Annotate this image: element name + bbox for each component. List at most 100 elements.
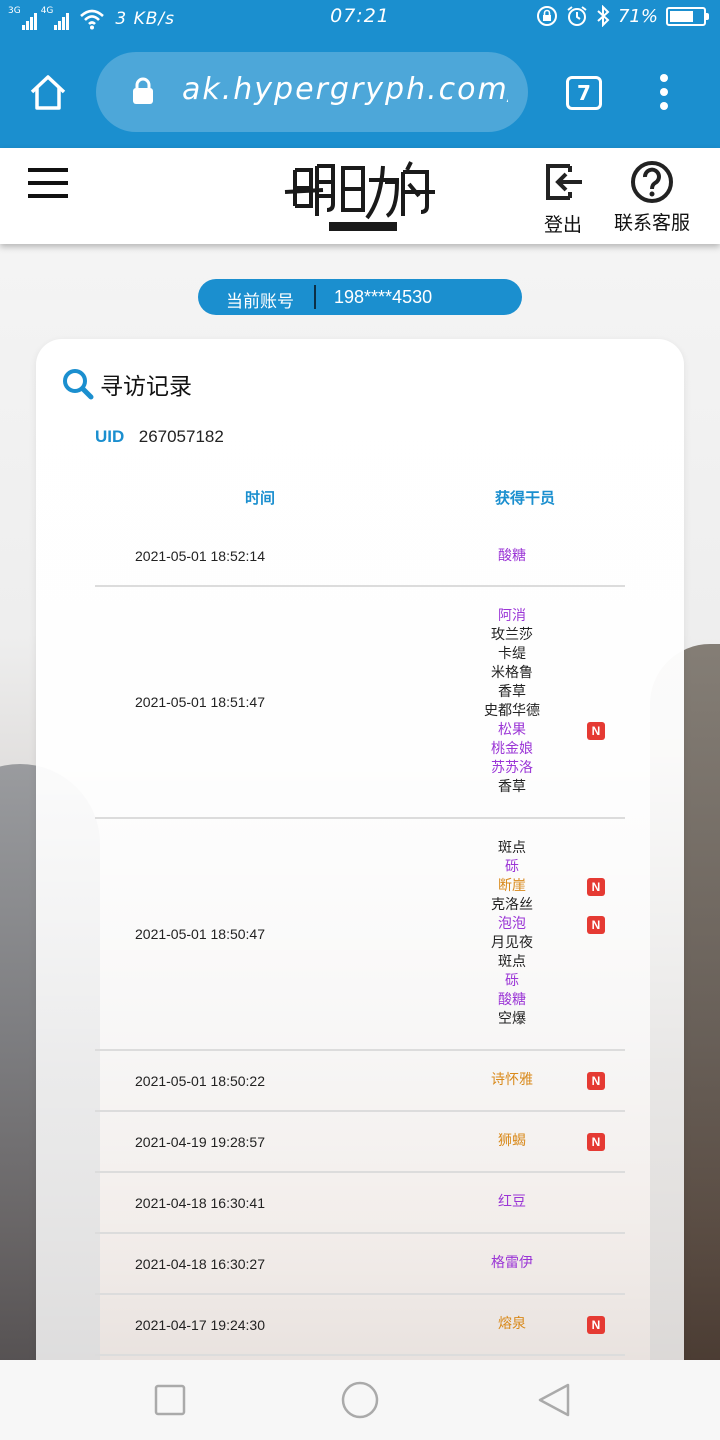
record-time: 2021-04-17 19:24:30 (135, 1316, 265, 1333)
new-badge: N (587, 878, 605, 896)
record-table: 2021-05-01 18:52:14 酸糖 2021-05-01 18:51:47… (95, 527, 625, 1356)
search-icon (63, 369, 94, 400)
operator-entry: 砾 (445, 858, 605, 877)
more-menu-icon[interactable] (654, 74, 674, 110)
customer-service-label: 联系客服 (613, 212, 690, 234)
operator-name: 诗怀雅 (491, 1072, 533, 1088)
uid-row: UID 267057182 (95, 427, 224, 447)
uid-label: UID (95, 427, 125, 446)
gacha-record-card: 寻访记录 UID 267057182 时间 获得干员 2021-05-01 18… (36, 339, 684, 1379)
operator-entry: 克洛丝 (445, 896, 605, 915)
operator-entry: 斑点 (445, 839, 605, 858)
operator-entry: 泡泡 N (445, 915, 605, 934)
back-icon[interactable] (536, 1382, 572, 1418)
operator-list: 熔泉 N (445, 1307, 605, 1342)
operator-entry: 桃金娘 (445, 740, 605, 759)
operator-name: 空爆 (498, 1011, 526, 1027)
operator-entry: 卡缇 (445, 645, 605, 664)
record-time: 2021-05-01 18:51:47 (135, 694, 265, 710)
record-time: 2021-04-18 16:30:27 (135, 1255, 265, 1272)
system-nav-bar (0, 1360, 720, 1440)
table-row: 2021-04-18 16:30:27 格雷伊 (95, 1234, 625, 1295)
operator-entry: 断崖 N (445, 877, 605, 896)
operator-entry: 苏苏洛 (445, 759, 605, 778)
url-text[interactable]: ak.hypergryph.com/us (182, 72, 508, 107)
operator-list: 红豆 (445, 1185, 605, 1220)
table-row: 2021-05-01 18:52:14 酸糖 (95, 527, 625, 587)
home-icon[interactable] (28, 72, 68, 112)
operator-name: 斑点 (498, 954, 526, 970)
operator-entry: 空爆 (445, 1010, 605, 1029)
operator-name: 斑点 (498, 840, 526, 856)
new-badge: N (587, 916, 605, 934)
table-row: 2021-04-18 16:30:41 红豆 (95, 1173, 625, 1234)
new-badge: N (587, 1133, 605, 1151)
operator-name: 砾 (505, 859, 519, 875)
tabs-button[interactable]: 7 (566, 76, 602, 110)
operator-name: 米格鲁 (491, 665, 533, 681)
table-row: 2021-05-01 18:50:22 诗怀雅 N (95, 1051, 625, 1112)
operator-list: 酸糖 (445, 539, 605, 574)
site-header: 登出 联系客服 (0, 148, 720, 244)
operator-entry: 酸糖 (445, 547, 605, 566)
logout-button[interactable]: 登出 (538, 162, 588, 237)
battery-icon (666, 6, 709, 26)
column-header-operator: 获得干员 (494, 489, 555, 507)
account-value: 198****4530 (334, 287, 433, 307)
logout-icon (546, 164, 582, 200)
operator-entry: 格雷伊 (445, 1254, 605, 1273)
operator-name: 月见夜 (491, 935, 533, 951)
operator-name: 狮蝎 (498, 1133, 526, 1149)
address-bar[interactable]: ak.hypergryph.com/us (96, 52, 528, 132)
operator-entry: 松果 N (445, 721, 605, 740)
customer-service-button[interactable]: 联系客服 (610, 161, 694, 235)
arknights-logo[interactable] (283, 156, 437, 236)
operator-name: 桃金娘 (491, 741, 533, 757)
operator-name: 泡泡 (498, 916, 526, 932)
bluetooth-icon (597, 5, 610, 27)
operator-entry: 狮蝎 N (445, 1132, 605, 1151)
operator-list: 狮蝎 N (445, 1124, 605, 1159)
operator-entry: 斑点 (445, 953, 605, 972)
menu-icon[interactable] (28, 168, 68, 198)
operator-list: 斑点砾断崖 N 克洛丝 泡泡 N 月见夜 斑点砾酸糖 空爆 (445, 831, 605, 1037)
operator-entry: 香草 (445, 778, 605, 797)
operator-name: 酸糖 (498, 547, 526, 564)
table-row: 2021-05-01 18:51:47 阿消 玫兰莎 卡缇 米格鲁 香草 史都华德 松果 N 桃金… (95, 587, 625, 819)
record-time: 2021-05-01 18:50:22 (135, 1072, 265, 1089)
record-time: 2021-04-18 16:30:41 (135, 1194, 265, 1211)
divider (314, 285, 316, 309)
operator-entry: 香草 (445, 683, 605, 702)
operator-entry: 玫兰莎 (445, 626, 605, 645)
operator-name: 格雷伊 (491, 1255, 533, 1271)
lock-icon (133, 77, 153, 104)
operator-list: 格雷伊 (445, 1246, 605, 1281)
operator-entry: 红豆 (445, 1193, 605, 1212)
operator-entry: 诗怀雅 N (445, 1071, 605, 1090)
new-badge: N (587, 1316, 605, 1334)
alarm-icon (567, 6, 587, 26)
operator-entry: 酸糖 (445, 991, 605, 1010)
operator-name: 香草 (498, 779, 526, 795)
new-badge: N (587, 722, 605, 740)
operator-name: 熔泉 (498, 1316, 526, 1332)
operator-name: 香草 (498, 684, 526, 700)
account-label: 当前账号 (226, 292, 294, 312)
record-time: 2021-04-19 19:28:57 (135, 1133, 265, 1150)
battery-percent: 71% (617, 5, 658, 27)
operator-name: 玫兰莎 (491, 627, 533, 643)
operator-name: 卡缇 (498, 646, 526, 662)
card-title: 寻访记录 (62, 367, 192, 401)
card-title-text: 寻访记录 (100, 374, 192, 400)
table-row: 2021-04-17 19:24:30 熔泉 N (95, 1295, 625, 1356)
recent-apps-icon[interactable] (152, 1382, 188, 1418)
current-account-pill: 当前账号 198****4530 (198, 279, 522, 315)
status-bar: 3G 4G 3 KB/s 07:21 71% (0, 0, 720, 36)
operator-list: 诗怀雅 N (445, 1063, 605, 1098)
operator-name: 松果 (498, 722, 526, 738)
operator-entry: 米格鲁 (445, 664, 605, 683)
home-nav-icon[interactable] (340, 1380, 380, 1420)
help-icon (631, 161, 673, 203)
rotation-lock-icon (536, 6, 557, 26)
operator-name: 苏苏洛 (491, 760, 533, 776)
